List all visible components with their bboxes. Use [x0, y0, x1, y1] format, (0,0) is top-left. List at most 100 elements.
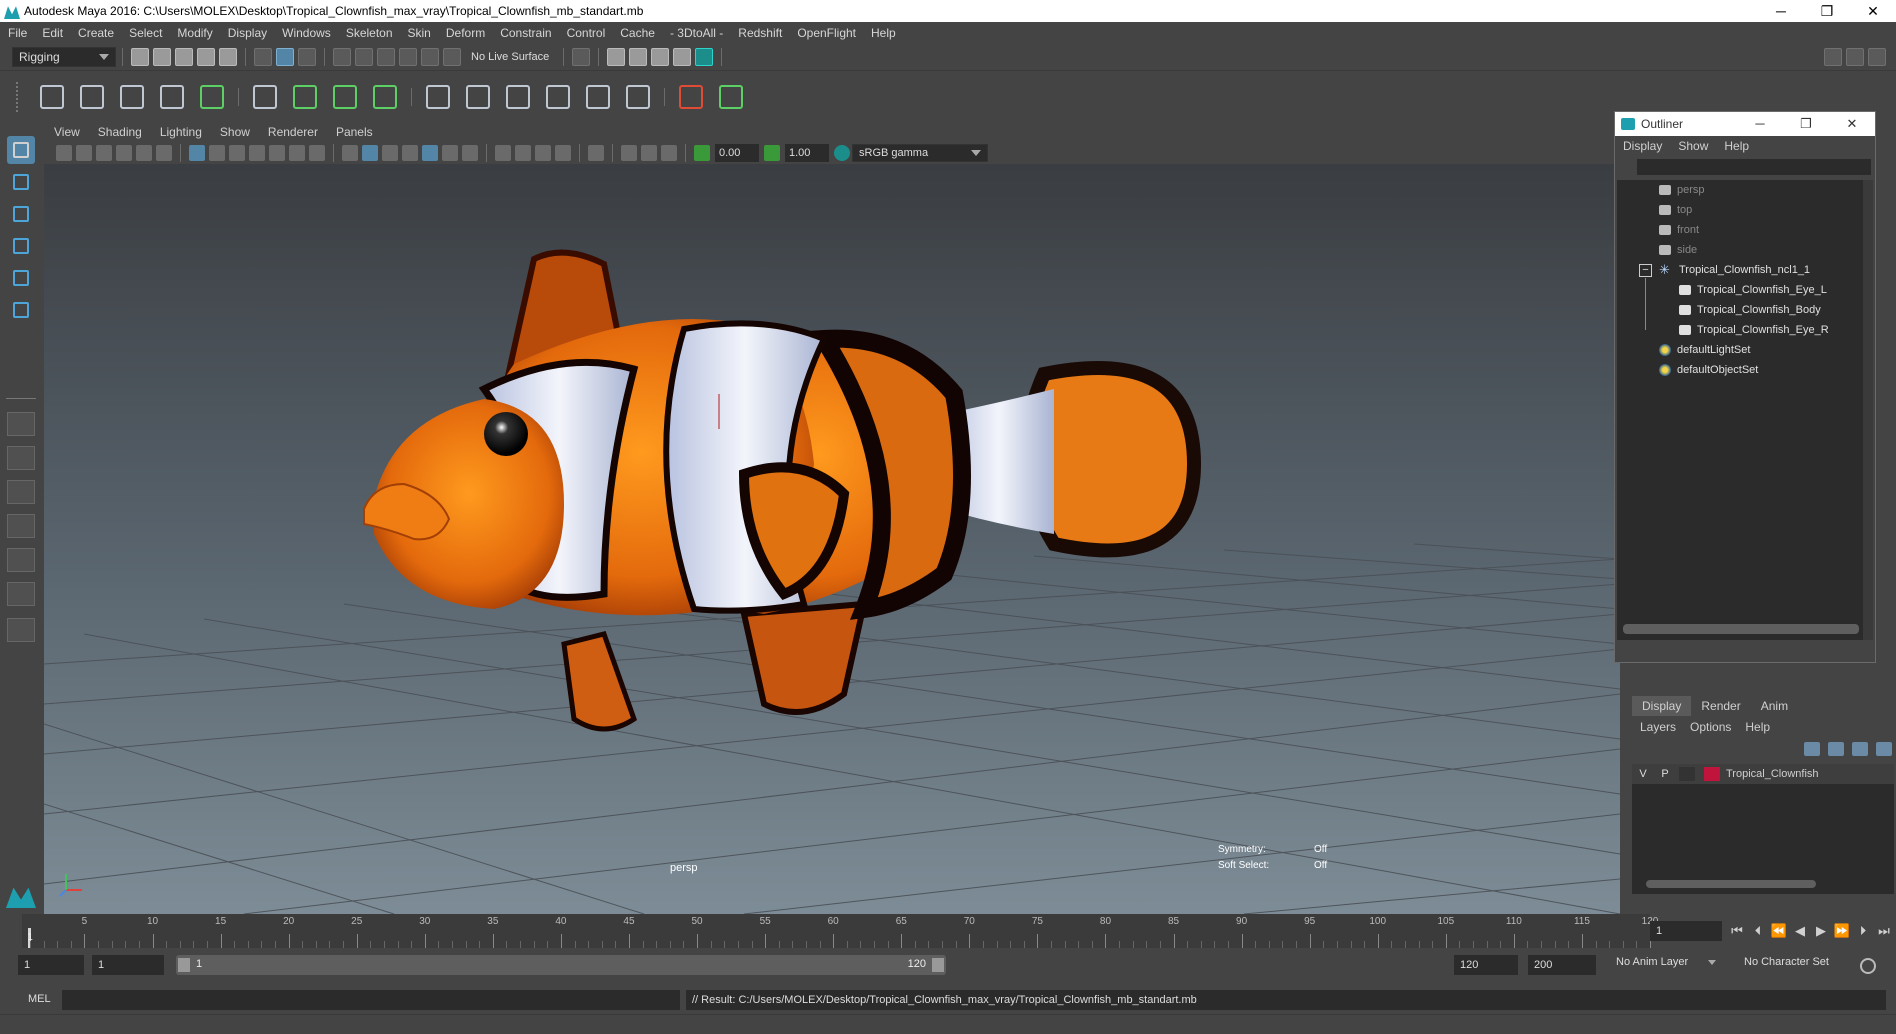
panel-menu-view[interactable]: View [54, 125, 80, 139]
blend-shape-icon[interactable] [368, 80, 402, 114]
gamma-field[interactable]: 1.00 [785, 144, 829, 162]
grease-pencil-icon[interactable] [156, 145, 172, 161]
outliner-item[interactable]: ✳ Tropical_Clownfish_ncl1_1 [1659, 260, 1810, 280]
snap-view-icon[interactable] [399, 48, 417, 66]
insert-joint-icon[interactable] [75, 80, 109, 114]
ambient-occlusion-icon[interactable] [495, 145, 511, 161]
step-forward-frame-icon[interactable]: ⏵ [1854, 922, 1872, 940]
menu-windows[interactable]: Windows [282, 26, 331, 40]
menu-3dtoall[interactable]: - 3DtoAll - [670, 26, 723, 40]
xray-icon[interactable] [422, 145, 438, 161]
tab-render[interactable]: Render [1691, 696, 1750, 716]
gamma-icon[interactable] [764, 145, 780, 161]
outliner-close-button[interactable]: ✕ [1829, 116, 1875, 132]
safe-title-icon[interactable] [309, 145, 325, 161]
scene-view[interactable]: persp Symmetry: Off Soft Select: Off [43, 164, 1621, 915]
ipr-render-icon[interactable] [651, 48, 670, 66]
camera-select-icon[interactable] [56, 145, 72, 161]
wrap-deformer-icon[interactable] [328, 80, 362, 114]
render-view-icon[interactable] [607, 48, 626, 66]
locator-icon[interactable] [674, 80, 708, 114]
snap-curve-icon[interactable] [355, 48, 373, 66]
more-layouts-icon[interactable] [7, 618, 35, 642]
layer-display-type[interactable] [1679, 767, 1695, 781]
backface-culling-icon[interactable] [661, 145, 677, 161]
outliner-item[interactable]: persp [1659, 180, 1705, 200]
layer-visibility-toggle[interactable]: V [1632, 768, 1654, 780]
step-back-frame-icon[interactable]: ⏴ [1749, 922, 1767, 940]
outliner-title-bar[interactable]: Outliner ─ ❐ ✕ [1615, 112, 1875, 136]
aim-constraint-icon[interactable] [461, 80, 495, 114]
menu-file[interactable]: File [8, 26, 27, 40]
current-frame-field[interactable]: 1 [1650, 921, 1722, 941]
range-end-handle[interactable] [932, 958, 944, 972]
panel-menu-show[interactable]: Show [220, 125, 250, 139]
go-to-start-icon[interactable]: ⏮ [1728, 922, 1746, 940]
lattice-icon[interactable] [248, 80, 282, 114]
animation-start-field[interactable]: 1 [18, 955, 84, 975]
outliner-search-input[interactable] [1637, 159, 1871, 175]
joint-tool-icon[interactable] [35, 80, 69, 114]
select-tool-icon[interactable] [7, 136, 35, 164]
step-back-key-icon[interactable]: ⏪ [1770, 922, 1788, 940]
menu-openflight[interactable]: OpenFlight [797, 26, 856, 40]
select-component-icon[interactable] [298, 48, 316, 66]
menu-edit[interactable]: Edit [42, 26, 63, 40]
select-object-icon[interactable] [276, 48, 294, 66]
render-settings-icon[interactable] [673, 48, 692, 66]
layer-menu-layers[interactable]: Layers [1640, 720, 1676, 734]
single-pane-layout-icon[interactable] [7, 412, 35, 436]
panel-menu-lighting[interactable]: Lighting [160, 125, 202, 139]
menu-control[interactable]: Control [567, 26, 606, 40]
redo-icon[interactable] [219, 48, 237, 66]
range-bar[interactable]: 1 120 [176, 955, 946, 975]
pole-vector-icon[interactable] [621, 80, 655, 114]
camera-attributes-icon[interactable] [76, 145, 92, 161]
move-layer-down-icon[interactable] [1828, 742, 1844, 756]
collapse-toggle[interactable]: − [1639, 264, 1652, 277]
smooth-shade-icon[interactable] [362, 145, 378, 161]
time-ruler[interactable]: 1 5 10 15 20 25 30 35 40 45 50 55 60 65 70 75 80 85 90 95 1… [22, 914, 1658, 948]
move-layer-up-icon[interactable] [1804, 742, 1820, 756]
outliner-item[interactable]: Tropical_Clownfish_Body [1679, 300, 1821, 320]
save-scene-icon[interactable] [175, 48, 193, 66]
play-forwards-icon[interactable]: ▶ [1812, 922, 1830, 940]
layer-color-swatch[interactable] [1704, 767, 1720, 781]
menu-display[interactable]: Display [228, 26, 267, 40]
tab-display[interactable]: Display [1632, 696, 1692, 716]
safe-action-icon[interactable] [289, 145, 305, 161]
minimize-button[interactable]: ─ [1758, 3, 1804, 20]
view-transform-dropdown[interactable]: sRGB gamma [852, 144, 988, 162]
restore-button[interactable]: ❐ [1804, 3, 1850, 20]
xray-joints-icon[interactable] [621, 145, 637, 161]
new-layer-from-selection-icon[interactable] [1876, 742, 1892, 756]
viewport-panel[interactable]: View Shading Lighting Show Renderer Pane… [43, 122, 1621, 915]
persp-graph-layout-icon[interactable] [7, 548, 35, 572]
channel-box-icon[interactable] [1868, 48, 1886, 66]
outliner-item[interactable]: front [1659, 220, 1699, 240]
animation-end-field[interactable]: 200 [1528, 955, 1596, 975]
color-management-icon[interactable] [834, 145, 850, 161]
menu-redshift[interactable]: Redshift [738, 26, 782, 40]
select-hierarchy-icon[interactable] [254, 48, 272, 66]
menu-cache[interactable]: Cache [620, 26, 655, 40]
snap-point-icon[interactable] [377, 48, 395, 66]
outliner-vertical-scrollbar[interactable] [1863, 180, 1873, 640]
tab-anim[interactable]: Anim [1751, 696, 1798, 716]
outliner-item[interactable]: side [1659, 240, 1697, 260]
move-tool-icon[interactable] [7, 232, 35, 260]
auto-key-icon[interactable] [1860, 958, 1876, 974]
outliner-item[interactable]: Tropical_Clownfish_Eye_L [1679, 280, 1827, 300]
side-by-side-layout-icon[interactable] [7, 480, 35, 504]
anim-layer-dropdown[interactable]: No Anim Layer [1616, 956, 1717, 968]
motion-blur-icon[interactable] [515, 145, 531, 161]
hypershade-layout-icon[interactable] [7, 582, 35, 606]
2d-pan-zoom-icon[interactable] [136, 145, 152, 161]
open-scene-icon[interactable] [153, 48, 171, 66]
lasso-tool-icon[interactable] [7, 168, 35, 196]
menuset-dropdown[interactable]: Rigging [12, 47, 116, 67]
shelf-handle[interactable] [16, 81, 26, 112]
persp-outliner-layout-icon[interactable] [7, 514, 35, 538]
ik-handle-icon[interactable] [115, 80, 149, 114]
snap-grid-icon[interactable] [333, 48, 351, 66]
